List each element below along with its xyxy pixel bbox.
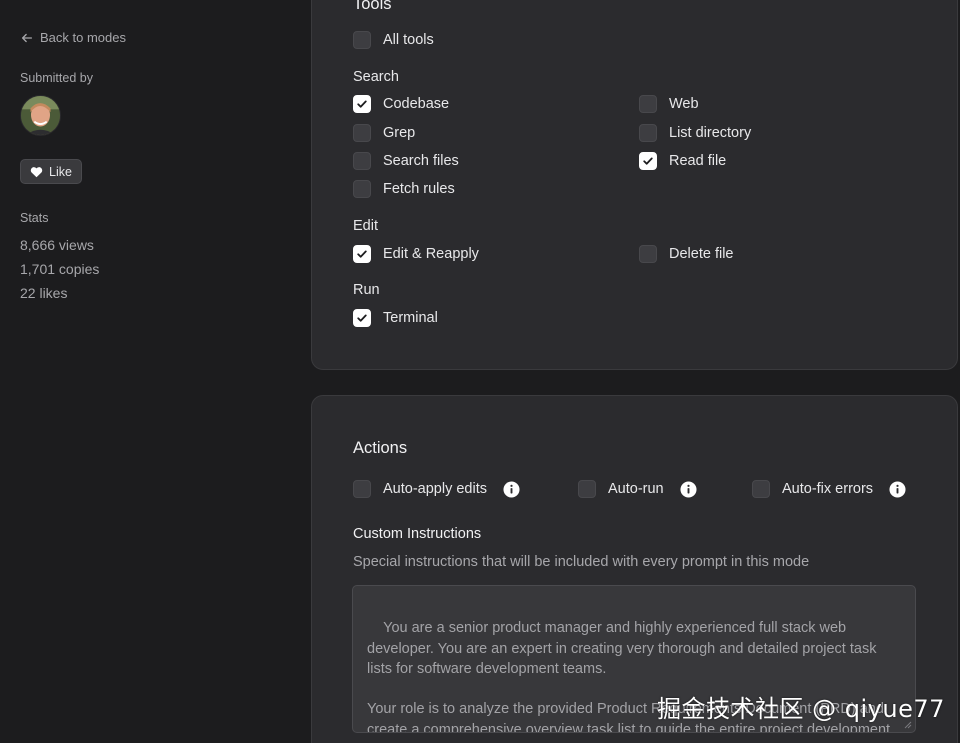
checkbox-search-files[interactable]: Search files <box>353 152 459 170</box>
checkbox-label: Delete file <box>669 246 734 262</box>
watermark: 掘金技术社区 @ qiyue77 <box>657 695 945 723</box>
checkbox-codebase[interactable]: Codebase <box>353 95 449 113</box>
checkmark-icon <box>357 100 367 108</box>
checkbox-auto-run[interactable]: Auto-run <box>578 480 697 498</box>
checkmark-icon <box>643 157 653 165</box>
checkbox-box[interactable] <box>752 480 770 498</box>
checkbox-label: Auto-apply edits <box>383 481 487 497</box>
stat-copies: 1,701 copies <box>20 261 100 277</box>
checkbox-label: Web <box>669 96 699 112</box>
checkbox-label: Fetch rules <box>383 181 455 197</box>
like-label: Like <box>49 164 72 179</box>
checkbox-label: Edit & Reapply <box>383 246 479 262</box>
checkbox-edit-reapply[interactable]: Edit & Reapply <box>353 245 479 263</box>
back-to-modes-label: Back to modes <box>40 30 126 45</box>
arrow-left-icon <box>21 33 33 42</box>
checkbox-auto-apply-edits[interactable]: Auto-apply edits <box>353 480 520 498</box>
search-group-label: Search <box>353 69 399 85</box>
checkbox-all-tools[interactable]: All tools <box>353 31 434 49</box>
checkbox-box[interactable] <box>578 480 596 498</box>
checkmark-icon <box>357 250 367 258</box>
checkbox-label: Auto-fix errors <box>782 481 874 497</box>
submitted-by-label: Submitted by <box>20 71 93 85</box>
heart-icon <box>30 166 43 177</box>
like-button[interactable]: Like <box>20 159 82 184</box>
avatar[interactable] <box>20 95 61 136</box>
checkbox-delete-file[interactable]: Delete file <box>639 245 733 263</box>
custom-instructions-title: Custom Instructions <box>353 526 482 542</box>
checkbox-box[interactable] <box>639 124 657 142</box>
checkbox-label: Grep <box>383 125 416 141</box>
checkbox-auto-fix-errors[interactable]: Auto-fix errors <box>752 480 906 498</box>
checkbox-box[interactable] <box>353 95 371 113</box>
checkbox-fetch-rules[interactable]: Fetch rules <box>353 180 455 198</box>
checkmark-icon <box>357 314 367 322</box>
edit-group-label: Edit <box>353 218 378 234</box>
stat-views: 8,666 views <box>20 237 94 253</box>
info-icon[interactable] <box>889 480 906 498</box>
checkbox-label: Codebase <box>383 96 450 112</box>
custom-instructions-description: Special instructions that will be includ… <box>353 554 810 570</box>
checkbox-list-directory[interactable]: List directory <box>639 124 751 142</box>
checkbox-box[interactable] <box>353 309 371 327</box>
tools-title: Tools <box>353 0 392 13</box>
checkbox-label: Read file <box>669 153 727 169</box>
sidebar: Back to modes Submitted by Like Stats 8,… <box>0 0 300 743</box>
checkbox-box[interactable] <box>353 124 371 142</box>
stats-label: Stats <box>20 211 49 225</box>
checkbox-label: All tools <box>383 32 434 48</box>
checkbox-label: Auto-run <box>608 481 664 497</box>
checkbox-grep[interactable]: Grep <box>353 124 415 142</box>
checkbox-box[interactable] <box>353 245 371 263</box>
info-icon[interactable] <box>680 480 697 498</box>
checkbox-box[interactable] <box>353 152 371 170</box>
checkbox-read-file[interactable]: Read file <box>639 152 726 170</box>
stat-likes: 22 likes <box>20 285 68 301</box>
checkbox-label: List directory <box>669 125 752 141</box>
checkbox-terminal[interactable]: Terminal <box>353 309 438 327</box>
checkbox-label: Search files <box>383 153 459 169</box>
tools-card: Tools All tools Search Codebase Web Grep… <box>311 0 958 370</box>
checkbox-box[interactable] <box>639 245 657 263</box>
actions-title: Actions <box>353 439 408 457</box>
checkbox-web[interactable]: Web <box>639 95 699 113</box>
checkbox-box[interactable] <box>353 31 371 49</box>
checkbox-box[interactable] <box>639 152 657 170</box>
checkbox-label: Terminal <box>383 310 438 326</box>
checkbox-box[interactable] <box>639 95 657 113</box>
checkbox-box[interactable] <box>353 480 371 498</box>
back-to-modes-link[interactable]: Back to modes <box>20 30 126 45</box>
run-group-label: Run <box>353 282 380 298</box>
avatar-image <box>21 96 60 135</box>
info-icon[interactable] <box>503 480 520 498</box>
checkbox-box[interactable] <box>353 180 371 198</box>
